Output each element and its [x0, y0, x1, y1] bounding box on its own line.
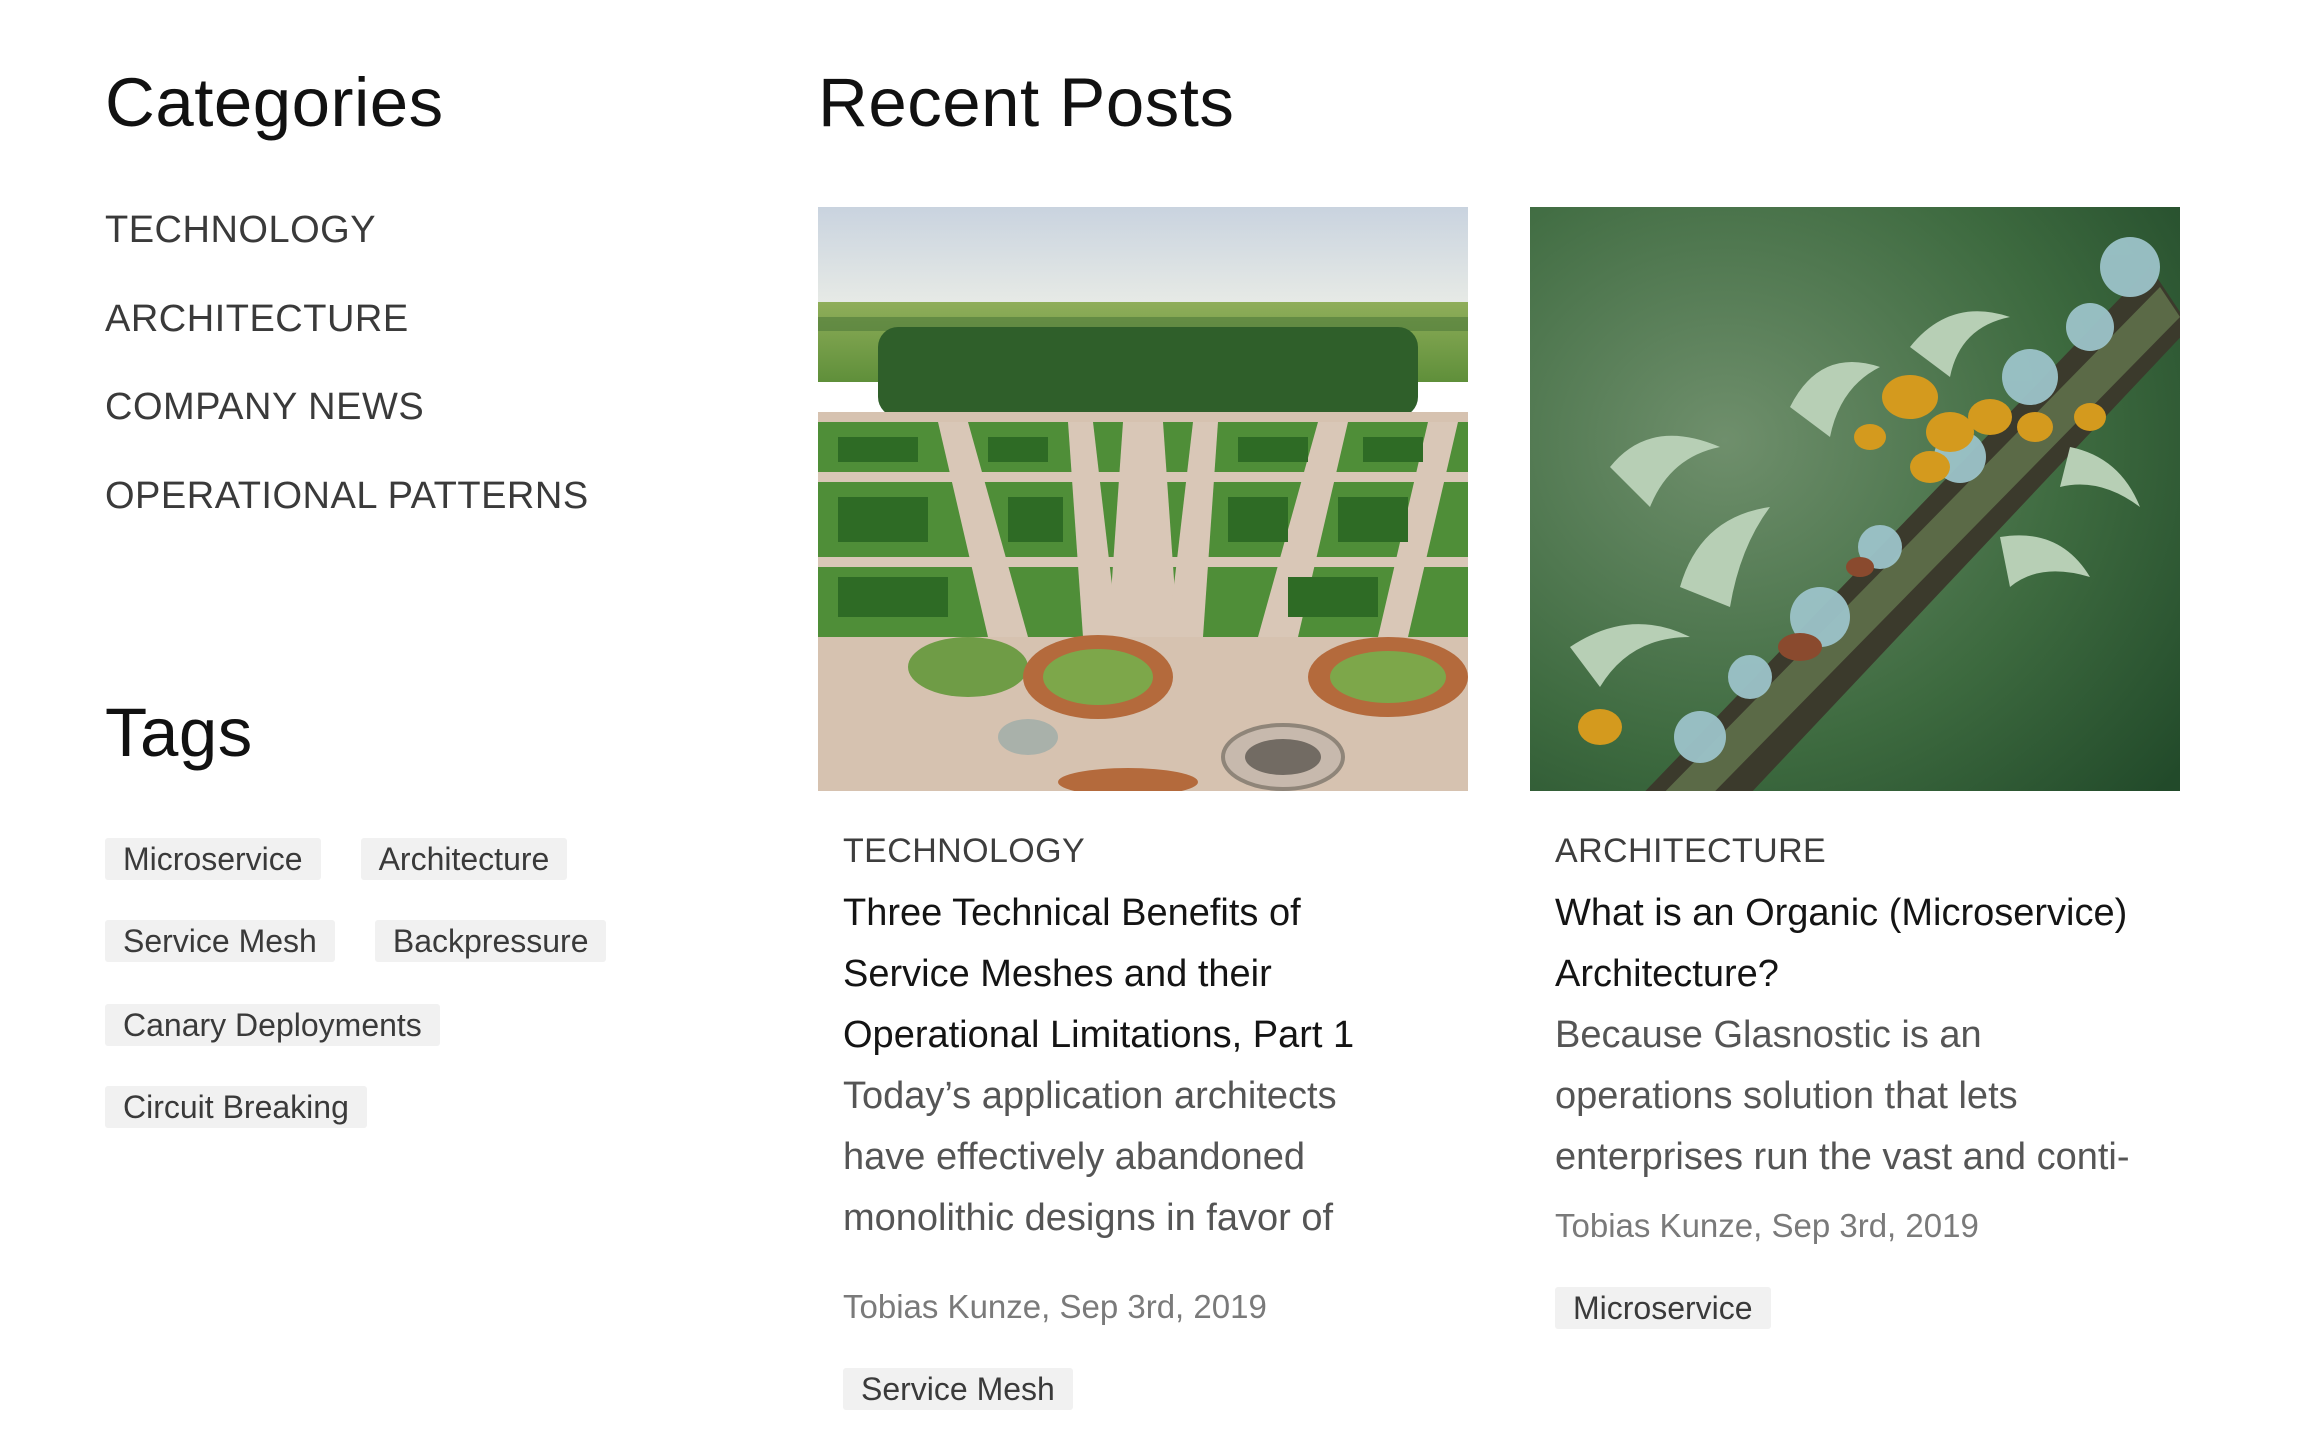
category-link-technology[interactable]: TECHNOLOGY [105, 208, 589, 297]
post-card-body: ARCHITECTURE What is an Organic (Microse… [1530, 831, 2180, 1329]
post-tag-microservice[interactable]: Microservice [1555, 1287, 1771, 1329]
categories-list: TECHNOLOGY ARCHITECTURE COMPANY NEWS OPE… [105, 208, 589, 562]
post-category-link[interactable]: ARCHITECTURE [1555, 831, 2155, 871]
post-excerpt-line: monolithic designs in favor of [843, 1197, 1334, 1239]
tag-row: Service Mesh Backpressure [105, 920, 665, 962]
post-card: ARCHITECTURE What is an Organic (Microse… [1530, 207, 2180, 1329]
lichen-branch-image [1530, 207, 2180, 791]
tag-circuit-breaking[interactable]: Circuit Breaking [105, 1086, 367, 1128]
post-excerpt: Because Glasnostic is an operations solu… [1555, 1005, 2155, 1188]
tag-backpressure[interactable]: Backpressure [374, 920, 607, 962]
post-excerpt-line: Because Glasnostic is an [1555, 1014, 1982, 1056]
tag-architecture[interactable]: Architecture [360, 838, 568, 880]
post-excerpt-line: operations solution that lets [1555, 1075, 2018, 1117]
tag-row: Circuit Breaking [105, 1086, 665, 1128]
post-card-body: TECHNOLOGY Three Technical Benefits of S… [818, 831, 1468, 1410]
post-category-link[interactable]: TECHNOLOGY [843, 831, 1443, 871]
category-link-operational-patterns[interactable]: OPERATIONAL PATTERNS [105, 474, 589, 563]
post-thumbnail-lichen[interactable] [1530, 207, 2180, 791]
post-card: TECHNOLOGY Three Technical Benefits of S… [818, 207, 1468, 1410]
post-author-date: Tobias Kunze, Sep 3rd, 2019 [843, 1288, 1267, 1325]
post-title-line: Architecture? [1555, 953, 1779, 995]
tag-cloud: Microservice Architecture Service Mesh B… [105, 838, 665, 1168]
post-excerpt: Today’s application architects have effe… [843, 1066, 1443, 1249]
tag-row: Canary Deployments [105, 1004, 665, 1046]
post-tag-service-mesh[interactable]: Service Mesh [843, 1368, 1073, 1410]
post-thumbnail-garden[interactable] [818, 207, 1468, 791]
post-title-link[interactable]: What is an Organic (Microservice) Archit… [1555, 883, 2155, 1005]
post-excerpt-line: Today’s application architects [843, 1075, 1337, 1117]
post-title-line: What is an Organic (Microservice) [1555, 892, 2128, 934]
post-excerpt-line: have effectively abandoned [843, 1136, 1305, 1178]
tag-microservice[interactable]: Microservice [105, 838, 321, 880]
categories-heading: Categories [105, 64, 444, 141]
category-link-company-news[interactable]: COMPANY NEWS [105, 385, 589, 474]
recent-posts-heading: Recent Posts [818, 64, 1235, 141]
post-title-link[interactable]: Three Technical Benefits of Service Mesh… [843, 883, 1443, 1066]
post-title-line: Service Meshes and their [843, 953, 1272, 995]
aerial-garden-image [818, 207, 1468, 791]
tag-canary-deployments[interactable]: Canary Deployments [105, 1004, 440, 1046]
tag-row: Microservice Architecture [105, 838, 665, 880]
post-author-date: Tobias Kunze, Sep 3rd, 2019 [1555, 1207, 1979, 1244]
post-tags: Microservice [1555, 1287, 2155, 1329]
tags-heading: Tags [105, 694, 253, 771]
post-excerpt-line: enterprises run the vast and conti- [1555, 1136, 2130, 1178]
tag-service-mesh[interactable]: Service Mesh [105, 920, 335, 962]
post-title-line: Three Technical Benefits of [843, 892, 1301, 934]
category-link-architecture[interactable]: ARCHITECTURE [105, 297, 589, 386]
post-title-line: Operational Limitations, Part 1 [843, 1014, 1355, 1056]
post-tags: Service Mesh [843, 1368, 1443, 1410]
